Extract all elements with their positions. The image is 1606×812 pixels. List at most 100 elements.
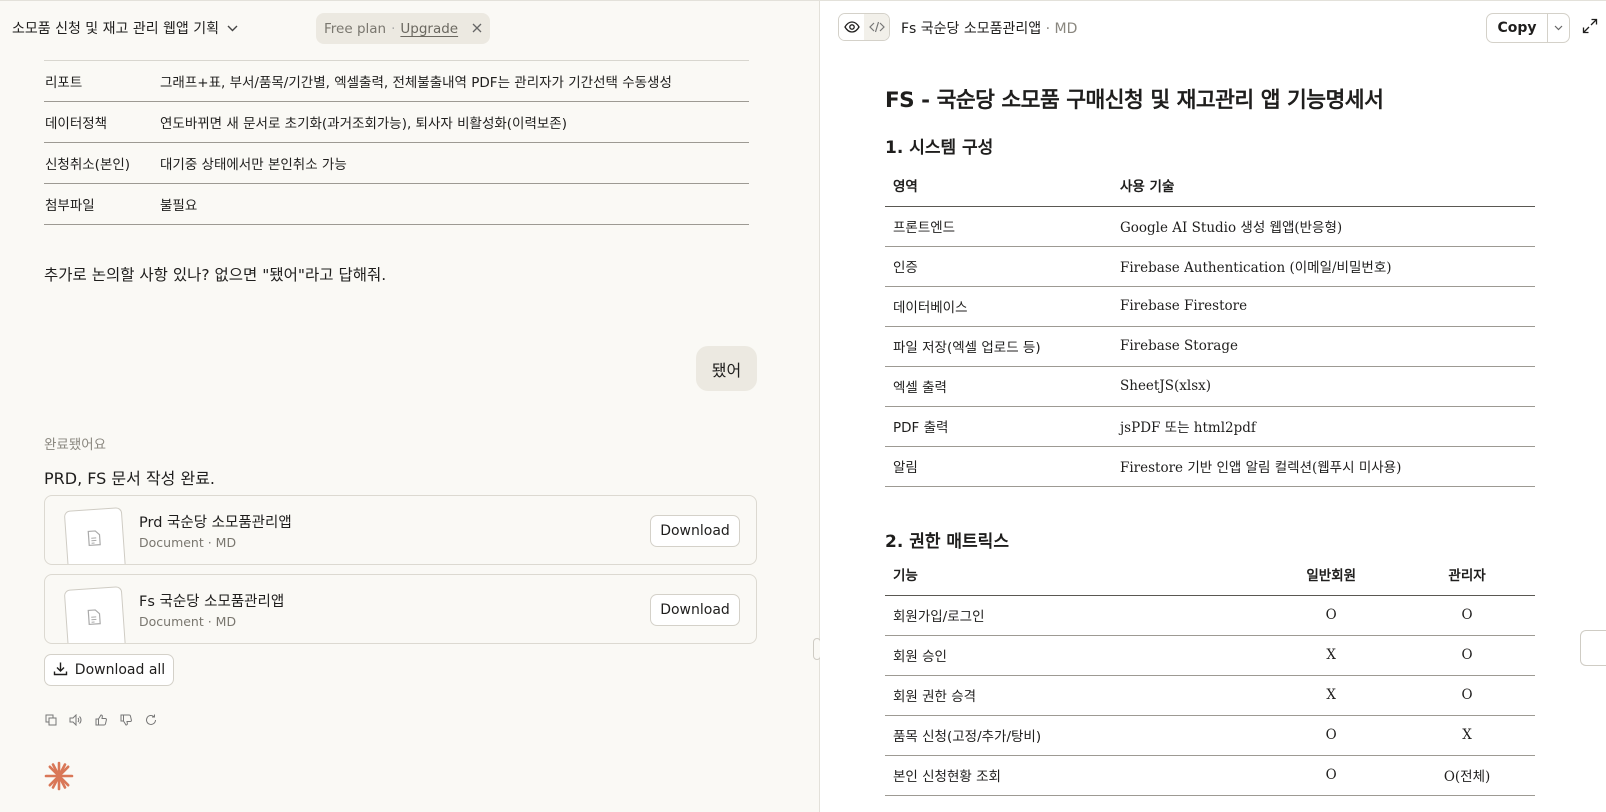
artifact-title-name: Fs 국순당 소모품관리앱 (901, 21, 1042, 37)
table-row: 회원가입/로그인 O O (885, 595, 1535, 636)
row-value: 대기중 상태에서만 본인취소 가능 (159, 142, 749, 184)
document-icon (63, 507, 127, 564)
table-row: 품목 신청(고정/추가/탕비) O X (885, 715, 1535, 756)
table-header: 일반회원 (1263, 553, 1400, 596)
download-button[interactable]: Download (650, 515, 740, 547)
tech-cell: Firebase Authentication (이메일/비밀번호) (1112, 246, 1535, 287)
table-row: 데이터정책 연도바뀌면 새 문서로 초기화(과거조회가능), 퇴사자 비활성화(이… (44, 101, 749, 143)
permission-matrix-table: 기능 일반회원 관리자 회원가입/로그인 O O 회원 승인 X O 회원 권한 승격 X O 품… (885, 553, 1535, 796)
tech-cell: Google AI Studio 생성 웹앱(반응형) (1112, 206, 1535, 247)
artifact-title-ext: · MD (1045, 21, 1078, 37)
area-cell: 엑셀 출력 (885, 366, 1112, 407)
admin-cell: O (1399, 595, 1535, 636)
copy-button-group: Copy (1486, 13, 1570, 43)
expand-icon[interactable] (1582, 18, 1598, 38)
thumbs-down-icon[interactable] (119, 713, 132, 726)
side-panel-tab[interactable] (1580, 630, 1606, 666)
copy-icon[interactable] (44, 713, 57, 726)
download-button[interactable]: Download (650, 594, 740, 626)
tech-cell: Firestore 기반 인앱 알림 컬렉션(웹푸시 미사용) (1112, 446, 1535, 487)
member-cell: O (1263, 595, 1400, 636)
document-title: FS - 국순당 소모품 구매신청 및 재고관리 앱 기능명세서 (885, 88, 1384, 113)
tech-cell: Firebase Firestore (1112, 286, 1535, 327)
plan-separator: · (391, 20, 396, 37)
admin-cell: O(전체) (1399, 755, 1535, 796)
table-row: 엑셀 출력 SheetJS(xlsx) (885, 366, 1535, 407)
feature-cell: 회원 권한 승격 (885, 675, 1264, 716)
spec-summary-table: 리포트 그래프+표, 부서/품목/기간별, 엑셀출력, 전체불출내역 PDF는 관… (44, 60, 749, 225)
plan-label: Free plan (324, 20, 387, 37)
copy-options-chevron-icon[interactable] (1547, 14, 1569, 42)
file-meta: Document · MD (139, 535, 237, 550)
area-cell: 알림 (885, 446, 1112, 487)
row-key: 데이터정책 (44, 101, 159, 143)
admin-cell: O (1399, 675, 1535, 716)
file-card[interactable]: Fs 국순당 소모품관리앱 Document · MD Download (44, 574, 757, 644)
tech-cell: jsPDF 또는 html2pdf (1112, 406, 1535, 447)
thumbs-up-icon[interactable] (94, 713, 107, 726)
feature-cell: 품목 신청(고정/추가/탕비) (885, 715, 1264, 756)
table-header: 관리자 (1399, 553, 1535, 596)
member-cell: X (1263, 635, 1400, 676)
tech-cell: Firebase Storage (1112, 326, 1535, 367)
admin-cell: O (1399, 635, 1535, 676)
table-row: 프론트엔드 Google AI Studio 생성 웹앱(반응형) (885, 206, 1535, 247)
area-cell: 파일 저장(엑셀 업로드 등) (885, 326, 1112, 367)
assistant-done-text: PRD, FS 문서 작성 완료. (44, 469, 215, 488)
file-name: Fs 국순당 소모품관리앱 (139, 594, 285, 610)
row-key: 첨부파일 (44, 183, 159, 225)
tech-cell: SheetJS(xlsx) (1112, 366, 1535, 407)
file-card[interactable]: Prd 국순당 소모품관리앱 Document · MD Download (44, 495, 757, 565)
message-actions (44, 713, 157, 726)
member-cell: O (1263, 755, 1400, 796)
chevron-down-icon (227, 22, 238, 35)
table-row: 파일 저장(엑셀 업로드 등) Firebase Storage (885, 326, 1535, 367)
table-row: 신청취소(본인) 대기중 상태에서만 본인취소 가능 (44, 142, 749, 184)
member-cell: X (1263, 675, 1400, 716)
download-icon (53, 661, 68, 680)
project-title: 소모품 신청 및 재고 관리 웹앱 기획 (12, 21, 220, 37)
table-header: 영역 (885, 164, 1112, 207)
table-row: 회원 권한 승격 X O (885, 675, 1535, 716)
member-cell: O (1263, 715, 1400, 756)
table-row: 데이터베이스 Firebase Firestore (885, 286, 1535, 327)
retry-icon[interactable] (144, 713, 157, 726)
row-value: 연도바뀌면 새 문서로 초기화(과거조회가능), 퇴사자 비활성화(이력보존) (159, 101, 749, 143)
download-all-button[interactable]: Download all (44, 654, 174, 686)
row-value: 불필요 (159, 183, 749, 225)
status-label: 완료됐어요 (44, 437, 107, 453)
area-cell: PDF 출력 (885, 406, 1112, 447)
table-row: 인증 Firebase Authentication (이메일/비밀번호) (885, 246, 1535, 287)
row-value: 그래프+표, 부서/품목/기간별, 엑셀출력, 전체불출내역 PDF는 관리자가… (159, 60, 749, 102)
preview-eye-icon[interactable] (839, 14, 864, 40)
area-cell: 데이터베이스 (885, 286, 1112, 327)
view-toggle (838, 13, 890, 41)
document-icon (63, 586, 127, 643)
row-key: 리포트 (44, 60, 159, 102)
file-name: Prd 국순당 소모품관리앱 (139, 515, 292, 531)
table-row: 리포트 그래프+표, 부서/품목/기간별, 엑셀출력, 전체불출내역 PDF는 관… (44, 60, 749, 102)
assistant-logo-icon (44, 761, 74, 795)
table-row: 첨부파일 불필요 (44, 183, 749, 225)
feature-cell: 회원가입/로그인 (885, 595, 1264, 636)
artifact-title: Fs 국순당 소모품관리앱 · MD (901, 18, 1077, 38)
user-message-bubble: 됐어 (696, 346, 757, 391)
close-icon[interactable] (472, 21, 482, 37)
artifact-header: Fs 국순당 소모품관리앱 · MD Copy (820, 1, 1606, 53)
table-row: 알림 Firestore 기반 인앱 알림 컬렉션(웹푸시 미사용) (885, 446, 1535, 487)
table-header: 기능 (885, 553, 1264, 596)
section-heading-system: 1. 시스템 구성 (885, 138, 994, 158)
table-header: 사용 기술 (1112, 164, 1535, 207)
download-all-label: Download all (74, 662, 166, 678)
assistant-question: 추가로 논의할 사항 있나? 없으면 "됐어"라고 답해줘. (44, 266, 387, 284)
upgrade-link[interactable]: Upgrade (400, 21, 458, 37)
code-icon[interactable] (864, 14, 889, 40)
table-row: PDF 출력 jsPDF 또는 html2pdf (885, 406, 1535, 447)
area-cell: 프론트엔드 (885, 206, 1112, 247)
admin-cell: X (1399, 715, 1535, 756)
speaker-icon[interactable] (69, 713, 82, 726)
area-cell: 인증 (885, 246, 1112, 287)
copy-button[interactable]: Copy (1487, 14, 1547, 42)
project-title-dropdown[interactable]: 소모품 신청 및 재고 관리 웹앱 기획 (12, 18, 238, 38)
row-key: 신청취소(본인) (44, 142, 159, 184)
